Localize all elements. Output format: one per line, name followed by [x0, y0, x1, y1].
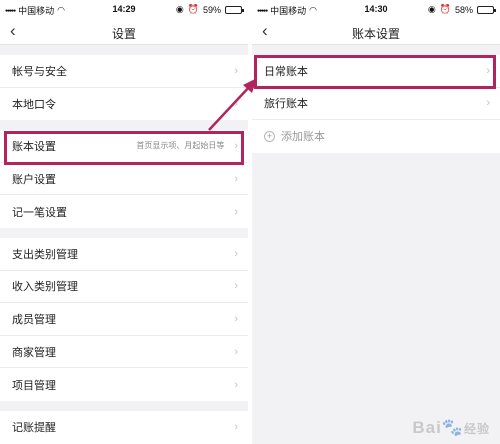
status-bar: ●●●●● 中国移动 ◠ 14:30 ◉ ⏰ 58% [252, 0, 500, 18]
battery-percent: 58% [454, 4, 473, 15]
settings-item-record-settings[interactable]: 记一笔设置 › [0, 195, 248, 228]
chevron-right-icon: › [234, 378, 238, 391]
chevron-right-icon: › [234, 280, 238, 293]
battery-icon [477, 5, 496, 14]
lock-rotation-icon: ◉ [427, 4, 436, 14]
settings-item-merchants[interactable]: 商家管理 › [0, 335, 248, 369]
book-item-daily[interactable]: 日常账本 › [252, 55, 500, 88]
watermark: Bai🐾经验 [412, 418, 490, 438]
paw-icon: 🐾 [441, 418, 464, 437]
settings-group-book: 账本设置 首页显示项、月起始日等 › 账户设置 › 记一笔设置 › [0, 130, 248, 228]
settings-item-book-settings[interactable]: 账本设置 首页显示项、月起始日等 › [0, 130, 248, 163]
settings-screen: ●●●●● 中国移动 ◠ 14:29 ◉ ⏰ 59% ‹ 设置 帐号与安全 › … [0, 0, 248, 444]
alarm-icon: ⏰ [439, 4, 451, 14]
chevron-right-icon: › [234, 312, 238, 325]
settings-group-management: 支出类别管理 › 收入类别管理 › 成员管理 › 商家管理 › 项目管理 › [0, 237, 248, 401]
chevron-right-icon: › [234, 205, 238, 218]
chevron-right-icon: › [234, 421, 238, 434]
lock-rotation-icon: ◉ [175, 4, 184, 14]
chevron-right-icon: › [234, 64, 238, 77]
settings-item-local-passcode[interactable]: 本地口令 › [0, 87, 248, 121]
watermark-text: 经验 [463, 422, 490, 436]
settings-item-account-security[interactable]: 帐号与安全 › [0, 55, 248, 88]
settings-item-expense-categories[interactable]: 支出类别管理 › [0, 237, 248, 271]
add-book-button[interactable]: + 添加账本 [252, 120, 500, 153]
nav-bar: ‹ 设置 [0, 18, 248, 45]
chevron-right-icon: › [234, 247, 238, 260]
chevron-right-icon: › [234, 97, 238, 110]
chevron-right-icon: › [234, 172, 238, 185]
nav-bar: ‹ 账本设置 [252, 18, 500, 45]
book-list: 日常账本 › 旅行账本 › + 添加账本 [252, 55, 500, 153]
chevron-right-icon: › [234, 139, 238, 152]
chevron-right-icon: › [234, 345, 238, 358]
settings-item-account-settings[interactable]: 账户设置 › [0, 162, 248, 196]
settings-item-reminder[interactable]: 记账提醒 › [0, 410, 248, 444]
book-settings-screen: ●●●●● 中国移动 ◠ 14:30 ◉ ⏰ 58% ‹ 账本设置 日常账本 ›… [252, 0, 500, 444]
chevron-right-icon: › [486, 97, 490, 110]
settings-group-account: 帐号与安全 › 本地口令 › [0, 55, 248, 121]
page-title: 设置 [111, 27, 136, 41]
chevron-right-icon: › [486, 64, 490, 77]
plus-circle-icon: + [264, 130, 275, 142]
book-settings-hint: 首页显示项、月起始日等 [136, 141, 225, 151]
battery-icon [225, 5, 244, 14]
settings-group-reminder: 记账提醒 › [0, 410, 248, 444]
battery-percent: 59% [202, 4, 221, 15]
settings-item-projects[interactable]: 项目管理 › [0, 368, 248, 401]
book-item-travel[interactable]: 旅行账本 › [252, 87, 500, 121]
watermark-logo: Bai [412, 418, 442, 437]
alarm-icon: ⏰ [187, 4, 199, 14]
status-bar: ●●●●● 中国移动 ◠ 14:29 ◉ ⏰ 59% [0, 0, 248, 18]
page-title: 账本设置 [351, 27, 400, 41]
settings-item-members[interactable]: 成员管理 › [0, 303, 248, 336]
settings-item-income-categories[interactable]: 收入类别管理 › [0, 270, 248, 304]
